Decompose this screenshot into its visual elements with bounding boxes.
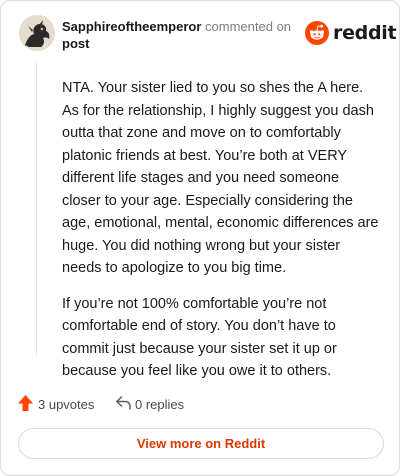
- reddit-alien-icon: [305, 21, 329, 45]
- post-link[interactable]: post: [62, 36, 89, 51]
- comment-body: NTA. Your sister lied to you so shes the…: [62, 77, 380, 396]
- comment-paragraph: NTA. Your sister lied to you so shes the…: [62, 80, 379, 276]
- username-link[interactable]: Sapphireoftheemperor: [62, 19, 201, 34]
- commented-on-text: commented on: [205, 19, 292, 34]
- upvote-arrow-icon: [18, 395, 33, 411]
- reddit-wordmark: reddit: [333, 22, 397, 44]
- reddit-logo[interactable]: reddit: [305, 21, 397, 45]
- reply-count: 0 replies: [135, 397, 185, 412]
- avatar-image-icon: [19, 15, 55, 51]
- view-more-on-reddit-button[interactable]: View more on Reddit: [18, 428, 384, 459]
- comment-paragraph: If you’re not 100% comfortable you’re no…: [62, 295, 337, 380]
- thread-line[interactable]: [36, 63, 37, 355]
- comment-meta: Sapphireoftheemperor commented on post: [62, 18, 302, 52]
- reply-arrow-icon: [116, 396, 131, 410]
- comment-footer: 3 upvotes 0 replies: [17, 393, 377, 415]
- user-avatar[interactable]: [19, 15, 55, 51]
- upvote-count: 3 upvotes: [38, 397, 95, 412]
- reddit-comment-embed-card: Sapphireoftheemperor commented on post r…: [0, 0, 400, 476]
- comment-header: Sapphireoftheemperor commented on post r…: [17, 13, 397, 53]
